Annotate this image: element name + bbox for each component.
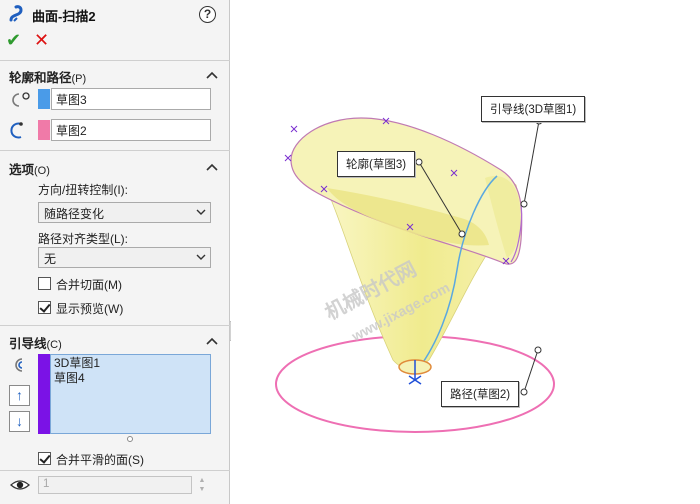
options-group-title[interactable]: 选项(O) <box>9 159 50 178</box>
cancel-button[interactable]: ✕ <box>34 30 49 50</box>
path-callout[interactable]: 路径(草图2) <box>441 381 520 407</box>
divider <box>0 150 230 151</box>
property-manager-panel: 曲面-扫描2 ? ✔ ✕ 轮廓和路径(P) 草图3 草图2 选项(O) 方向/扭… <box>0 0 230 504</box>
eye-icon[interactable] <box>9 476 31 494</box>
move-up-button[interactable]: ↑ <box>9 385 30 406</box>
graphics-viewport[interactable]: 引导线(3D草图1) 轮廓(草图3) 路径(草图2) 机械时代网 www.jix… <box>231 0 700 504</box>
guide-curve-callout[interactable]: 引导线(3D草图1) <box>481 96 586 122</box>
chevron-down-icon <box>196 209 206 215</box>
help-icon[interactable]: ? <box>199 6 216 23</box>
chevron-down-icon <box>196 254 206 260</box>
feature-title-row: 曲面-扫描2 ? <box>0 3 230 25</box>
path-align-dropdown[interactable]: 无 <box>38 247 211 268</box>
profile-selection-field[interactable]: 草图3 <box>51 88 211 110</box>
sweep-surface-preview <box>275 117 555 433</box>
list-resize-handle[interactable] <box>127 436 133 442</box>
divider <box>0 325 230 326</box>
path-selection-field[interactable]: 草图2 <box>51 119 211 141</box>
profile-path-group-title[interactable]: 轮廓和路径(P) <box>9 67 86 86</box>
checkbox-box[interactable] <box>38 277 51 290</box>
list-item[interactable]: 3D草图1 <box>54 356 207 371</box>
checkbox-box[interactable] <box>38 301 51 314</box>
move-down-button[interactable]: ↓ <box>9 411 30 432</box>
orientation-label: 方向/扭转控制(I): <box>38 183 129 197</box>
collapse-options-group-icon[interactable] <box>206 162 218 174</box>
ok-button[interactable]: ✔ <box>6 30 21 50</box>
checkbox-box[interactable] <box>38 452 51 465</box>
divider <box>0 470 230 471</box>
feature-title: 曲面-扫描2 <box>32 9 96 24</box>
guide-curves-group-title[interactable]: 引导线(C) <box>9 333 62 352</box>
orientation-dropdown[interactable]: 随路径变化 <box>38 202 211 223</box>
list-item[interactable]: 草图4 <box>54 371 207 386</box>
path-align-label: 路径对齐类型(L): <box>38 232 129 246</box>
divider <box>0 60 230 61</box>
profile-color-swatch <box>38 89 50 109</box>
collapse-guide-group-icon[interactable] <box>206 336 218 348</box>
guide-curves-list[interactable]: 3D草图1 草图4 <box>50 354 211 434</box>
guide-curve-selector-icon <box>15 358 23 372</box>
section-count-spinbox[interactable]: 1 <box>38 476 192 494</box>
path-selector-icon <box>10 122 23 139</box>
profile-selector-icon <box>12 92 30 107</box>
guide-color-swatch <box>38 354 50 434</box>
profile-callout[interactable]: 轮廓(草图3) <box>337 151 416 177</box>
spin-arrows[interactable]: ▲ ▼ <box>196 476 208 494</box>
path-color-swatch <box>38 120 50 140</box>
sweep-surface-icon <box>9 5 23 22</box>
collapse-profile-group-icon[interactable] <box>206 70 218 82</box>
